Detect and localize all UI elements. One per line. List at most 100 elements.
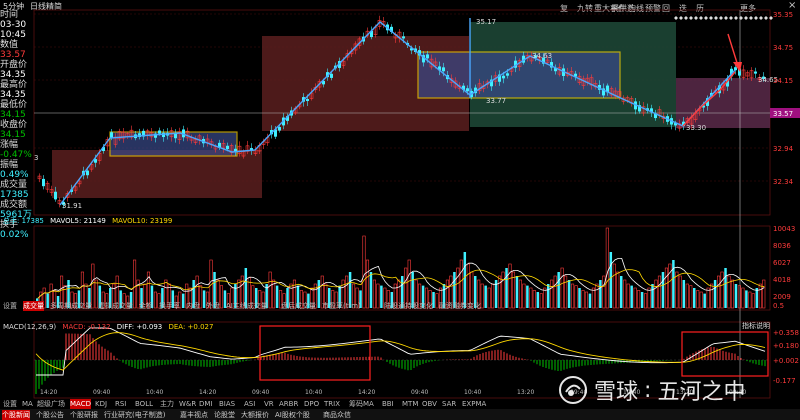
indicator-button-8[interactable]: W&R — [179, 399, 196, 409]
volume-bar — [713, 280, 717, 308]
event-marker-icon[interactable] — [704, 16, 708, 20]
bottom-tab-6[interactable]: 大额报价 — [241, 410, 269, 420]
indicator-help-button[interactable]: 指标说明 — [742, 321, 770, 331]
event-marker-icon[interactable] — [739, 16, 743, 20]
event-marker-icon[interactable] — [729, 16, 733, 20]
candle — [306, 99, 309, 102]
indicator-button-20[interactable]: SAR — [442, 399, 456, 409]
indicator-button-21[interactable]: EXPMA — [462, 399, 486, 409]
watermark-user: 五河之中 — [657, 380, 746, 405]
bottom-tab-1[interactable]: 个股公告 — [36, 410, 64, 420]
event-marker-icon[interactable] — [694, 16, 698, 20]
indicator-tab-2[interactable]: 多周期成交量 — [50, 301, 92, 311]
volume-bar — [599, 280, 602, 308]
bottom-tab-7[interactable]: AI股权个股 — [275, 410, 310, 420]
indicator-button-10[interactable]: BIAS — [219, 399, 235, 409]
event-marker-icon[interactable] — [674, 16, 678, 20]
indicator-tab-8[interactable]: AI主线成交量 — [226, 301, 268, 311]
event-marker-icon[interactable] — [699, 16, 703, 20]
bottom-tab-8[interactable]: 商品众信 — [323, 410, 351, 420]
event-marker-icon[interactable] — [759, 16, 763, 20]
indicator-tab-1[interactable]: 成交量 — [23, 301, 44, 311]
event-marker-icon[interactable] — [724, 16, 728, 20]
volume-bar — [633, 287, 637, 309]
volume-bar — [560, 267, 564, 309]
indicator-button-14[interactable]: DPO — [304, 399, 319, 409]
kline-chart[interactable]: 31.91 35.17 34.63 33.77 33.30 34.65 3 35… — [0, 0, 800, 420]
indicator-button-5[interactable]: RSI — [115, 399, 126, 409]
indicator-tab-7[interactable]: 外盘 — [206, 301, 220, 311]
time-tick-8: 10:40 — [464, 389, 481, 396]
indicator-button-0[interactable]: 设置 — [3, 399, 17, 409]
indicator-button-1[interactable]: MA — [22, 399, 33, 409]
event-marker-icon[interactable] — [719, 16, 723, 20]
time-tick-1: 09:40 — [93, 389, 110, 396]
indicator-button-2[interactable]: 超级广场 — [37, 399, 65, 409]
volume-bar — [623, 279, 627, 309]
indicator-tab-6[interactable]: 内盘 — [186, 301, 200, 311]
indicator-button-3[interactable]: MACD — [70, 399, 91, 409]
event-marker-icon[interactable] — [764, 16, 768, 20]
macd-legend: MACD(12,26,9) MACD: -0.132 DIFF: +0.093 … — [3, 322, 213, 332]
indicator-button-7[interactable]: 主力 — [160, 399, 174, 409]
indicator-tab-4[interactable]: 金额 — [139, 301, 153, 311]
volume-bar — [651, 284, 654, 308]
event-marker-icon[interactable] — [689, 16, 693, 20]
volume-bar — [657, 275, 662, 309]
indicator-button-6[interactable]: BOLL — [135, 399, 153, 409]
macd-tick-0: +0.358 — [773, 329, 799, 337]
volume-bar — [182, 293, 185, 308]
bottom-tab-2[interactable]: 个股研报 — [70, 410, 98, 420]
indicator-button-13[interactable]: ARBR — [279, 399, 298, 409]
indicator-tab-9[interactable]: 盘后成交量 — [281, 301, 316, 311]
volume-ma10-label: MAVOL10: 23199 — [112, 217, 173, 225]
event-marker-icon[interactable] — [684, 16, 688, 20]
macd-tick-2: +0.002 — [773, 357, 799, 365]
candle — [110, 132, 113, 138]
macd-value: MACD: -0.132 — [62, 323, 111, 331]
event-marker-icon[interactable] — [734, 16, 738, 20]
volume-bar — [317, 280, 321, 308]
volume-bar — [620, 276, 623, 308]
indicator-button-16[interactable]: 筹码MA — [349, 399, 374, 409]
bottom-tab-0[interactable]: 个股新闻 — [2, 410, 30, 420]
event-marker-icon[interactable] — [709, 16, 713, 20]
indicator-button-9[interactable]: DMI — [199, 399, 213, 409]
bottom-tab-3[interactable]: 行业研究(电子制造) — [104, 410, 165, 420]
volume-bars — [36, 227, 766, 309]
indicator-button-4[interactable]: KDJ — [95, 399, 107, 409]
event-marker-icon[interactable] — [679, 16, 683, 20]
bottom-tab-5[interactable]: 论股堂 — [214, 410, 235, 420]
event-marker-icon[interactable] — [754, 16, 758, 20]
volume-bar — [727, 275, 731, 309]
indicator-tab-3[interactable]: 虚拟成交量 — [98, 301, 133, 311]
indicator-button-15[interactable]: TRIX — [324, 399, 340, 409]
time-tick-5: 10:40 — [305, 389, 322, 396]
indicator-tab-10[interactable]: 市盈率(ttm) — [322, 301, 361, 311]
candle — [158, 130, 161, 134]
indicator-tab-12[interactable]: 融资融券变化 — [439, 301, 481, 311]
price-tick-1: 34.75 — [773, 44, 793, 52]
volume-bar — [689, 285, 693, 309]
kline-app: 5分钟 日线精简 复九转 重大事件 捐供选 均线 预警回迭历 更多 × 时间 03-30… — [0, 0, 800, 420]
event-marker-icon[interactable] — [749, 16, 753, 20]
volume-bar — [672, 260, 675, 308]
event-marker-icon[interactable] — [714, 16, 718, 20]
indicator-button-19[interactable]: OBV — [422, 399, 437, 409]
indicator-tab-0[interactable]: 设置 — [3, 301, 17, 311]
indicator-button-12[interactable]: VR — [264, 399, 274, 409]
volume-bar — [362, 235, 366, 309]
indicator-button-17[interactable]: BBI — [382, 399, 394, 409]
volume-bar — [133, 259, 137, 309]
candle — [502, 75, 505, 79]
volume-bar — [647, 287, 651, 309]
volume-bar — [591, 287, 595, 309]
indicator-tab-5[interactable]: 换手率 — [159, 301, 180, 311]
event-marker-icon[interactable] — [744, 16, 748, 20]
volume-bar — [644, 293, 648, 309]
bottom-tab-4[interactable]: 嘉丰视点 — [180, 410, 208, 420]
indicator-button-11[interactable]: ASI — [244, 399, 255, 409]
indicator-button-18[interactable]: MTM — [402, 399, 418, 409]
volume-bar — [675, 271, 679, 309]
indicator-tab-11[interactable]: 陆股通持股变化 — [384, 301, 433, 311]
